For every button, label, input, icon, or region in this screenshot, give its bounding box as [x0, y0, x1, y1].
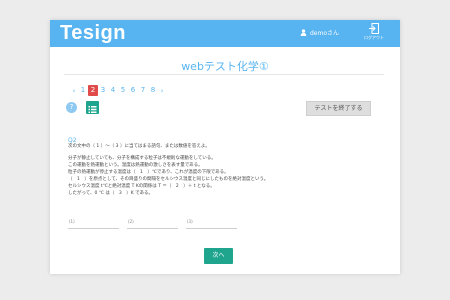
- page-2-current[interactable]: 2: [88, 85, 98, 96]
- logo: Tesign: [60, 22, 126, 44]
- page-5[interactable]: 5: [118, 85, 128, 96]
- answer-field-3[interactable]: (3): [186, 219, 237, 229]
- user-name: demoさん: [310, 30, 340, 37]
- pagination-next[interactable]: ›: [158, 87, 166, 95]
- end-test-button[interactable]: テストを終了する: [306, 101, 371, 116]
- question-pagination: ‹ 1 2 3 4 5 6 7 8 ›: [70, 85, 166, 96]
- question-line: 分子が静止していても、分子を構成する粒子は不規則な運動をしている。: [68, 156, 216, 161]
- question-line: したがって、0 ℃ は（ 3 ）K である。: [68, 191, 154, 196]
- answer-label-3: (3): [187, 219, 193, 224]
- answer-field-2[interactable]: (2): [127, 219, 178, 229]
- list-icon: [88, 106, 97, 113]
- question-line: この運動を熱運動という。温度は熱運動の激しさを表す量である。: [68, 163, 203, 168]
- next-button[interactable]: 次へ: [204, 248, 233, 264]
- page-1[interactable]: 1: [78, 85, 88, 96]
- help-icon[interactable]: ?: [66, 102, 77, 113]
- answer-field-1[interactable]: (1): [68, 219, 119, 229]
- title-divider: [64, 74, 384, 75]
- page-8[interactable]: 8: [148, 85, 158, 96]
- top-bar: Tesign demoさん ログアウト: [50, 20, 400, 47]
- question-line: 粒子の熱運動が停止する温度は（ 1 ）℃であり、これが温度の下限である。: [68, 170, 229, 175]
- app-window: Tesign demoさん ログアウト webテスト化学① ‹ 1 2 3 4 …: [50, 20, 400, 274]
- page-7[interactable]: 7: [138, 85, 148, 96]
- page-title: webテスト化学①: [181, 60, 269, 73]
- logout-icon: [369, 23, 379, 34]
- pagination-prev[interactable]: ‹: [70, 87, 78, 95]
- logout-button[interactable]: ログアウト: [363, 23, 385, 45]
- page-3[interactable]: 3: [98, 85, 108, 96]
- user-indicator: demoさん: [300, 28, 339, 37]
- question-body: 分子が静止していても、分子を構成する粒子は不規則な運動をしている。 この運動を熱…: [68, 155, 368, 197]
- page-6[interactable]: 6: [128, 85, 138, 96]
- user-icon: [300, 29, 307, 36]
- question-line: （ 1 ）を原点として、その目盛りの間隔をセルシウス温度と同じにしたものを絶対温…: [68, 177, 269, 182]
- answer-label-2: (2): [128, 219, 134, 224]
- logout-label: ログアウト: [364, 35, 384, 40]
- answer-label-1: (1): [69, 219, 75, 224]
- question-prompt: 次の文中の（ 1 ）～（ 3 ）に当てはまる語句、または数値を答えよ。: [68, 144, 210, 149]
- page-4[interactable]: 4: [108, 85, 118, 96]
- question-list-button[interactable]: [86, 101, 99, 114]
- question-line: セルシウス温度 t℃と絶対温度 T Kの関係は T ＝（ 2 ）＋ t となる。: [68, 184, 215, 189]
